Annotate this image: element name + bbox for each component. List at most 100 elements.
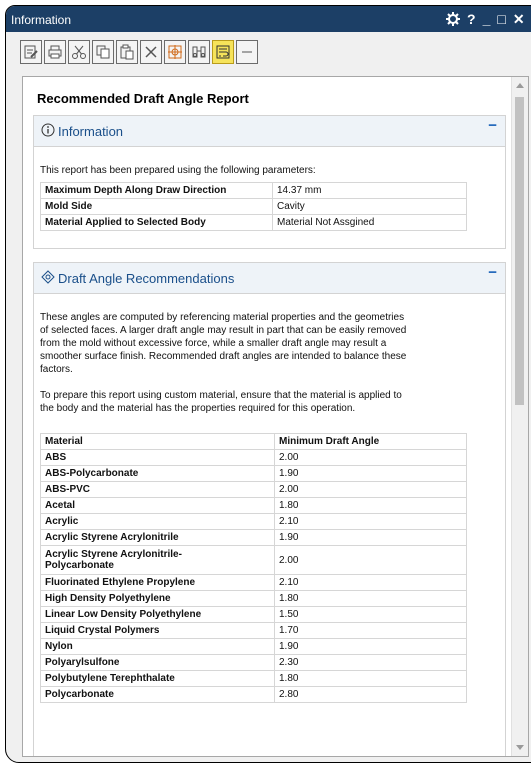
eye-diamond-icon [41, 270, 55, 284]
draft-angle-value: 2.10 [274, 513, 467, 530]
material-name: Polyarylsulfone [40, 654, 275, 671]
table-row: High Density Polyethylene 1.80 [40, 590, 467, 607]
cut-icon[interactable] [68, 40, 90, 64]
scrollbar-thumb[interactable] [515, 97, 524, 405]
param-value: Cavity [272, 198, 467, 215]
table-row: ABS-PVC 2.00 [40, 481, 467, 498]
parameters-table: Maximum Depth Along Draw Direction 14.37… [40, 182, 467, 231]
draft-angle-table: Material Minimum Draft Angle ABS 2.00 ABS… [40, 433, 467, 703]
toolbar [20, 40, 260, 70]
material-name: Nylon [40, 638, 275, 655]
scroll-down-arrow-icon[interactable] [516, 745, 524, 750]
table-row: Polybutylene Terephthalate 1.80 [40, 670, 467, 687]
information-intro: This report has been prepared using the … [40, 165, 316, 176]
table-header-row: Material Minimum Draft Angle [40, 433, 467, 450]
minimize-icon[interactable]: _ [483, 10, 491, 28]
help-icon[interactable]: ? [467, 10, 476, 28]
report-title: Recommended Draft Angle Report [37, 91, 249, 106]
vertical-scrollbar[interactable] [511, 77, 528, 756]
scroll-up-arrow-icon[interactable] [516, 83, 524, 88]
table-row: Maximum Depth Along Draw Direction 14.37… [40, 182, 467, 199]
material-name: Acrylic [40, 513, 275, 530]
material-name: Polycarbonate [40, 686, 275, 703]
title-bar: Information ? _ □ ✕ [6, 6, 531, 32]
material-name: Fluorinated Ethylene Propylene [40, 574, 275, 591]
draft-angle-value: 1.80 [274, 590, 467, 607]
table-row: Nylon 1.90 [40, 638, 467, 655]
collapse-draft-angle-button[interactable]: − [488, 264, 497, 281]
column-header-material: Material [40, 433, 275, 450]
draft-angle-panel-header[interactable]: Draft Angle Recommendations − [34, 263, 505, 294]
material-name: Linear Low Density Polyethylene [40, 606, 275, 623]
custom-material-note: To prepare this report using custom mate… [40, 389, 402, 415]
material-name-line1: Acrylic Styrene Acrylonitrile- [45, 549, 182, 560]
information-panel-header[interactable]: Information − [34, 116, 505, 147]
draft-description: These angles are computed by referencing… [40, 311, 406, 376]
close-icon[interactable]: ✕ [513, 10, 525, 28]
draft-angle-value: 1.90 [274, 529, 467, 546]
table-row: Liquid Crystal Polymers 1.70 [40, 622, 467, 639]
material-name: Polybutylene Terephthalate [40, 670, 275, 687]
information-panel-title: Information [58, 124, 124, 139]
table-row: Linear Low Density Polyethylene 1.50 [40, 606, 467, 623]
table-row: Polyarylsulfone 2.30 [40, 654, 467, 671]
draft-angle-value: 1.50 [274, 606, 467, 623]
minus-icon[interactable] [236, 40, 258, 64]
text-line: of selected faces. A larger draft angle … [40, 325, 407, 336]
draft-angle-value: 1.90 [274, 638, 467, 655]
table-row: Acrylic 2.10 [40, 513, 467, 530]
draft-angle-value: 2.00 [274, 481, 467, 498]
delete-icon[interactable] [140, 40, 162, 64]
text-line: smoother surface finish. Recommended dra… [40, 351, 407, 362]
report-view[interactable]: Recommended Draft Angle Report Informati… [22, 76, 529, 757]
material-name-line2: Polycarbonate [45, 560, 114, 571]
edit-document-icon[interactable] [20, 40, 42, 64]
binoculars-icon[interactable] [188, 40, 210, 64]
material-name: High Density Polyethylene [40, 590, 275, 607]
param-key: Maximum Depth Along Draw Direction [40, 182, 273, 199]
draft-angle-value: 1.90 [274, 465, 467, 482]
information-window: Information ? _ □ ✕ Recommended Draft An… [5, 5, 531, 763]
draft-angle-panel: Draft Angle Recommendations − These angl… [33, 262, 506, 756]
draft-angle-value: 2.80 [274, 686, 467, 703]
material-name: Acrylic Styrene Acrylonitrile- Polycarbo… [40, 545, 275, 575]
table-row: Mold Side Cavity [40, 198, 467, 215]
param-key: Material Applied to Selected Body [40, 214, 273, 231]
draft-angle-value: 1.80 [274, 497, 467, 514]
draft-angle-value: 1.70 [274, 622, 467, 639]
material-name: ABS-Polycarbonate [40, 465, 275, 482]
table-row: Fluorinated Ethylene Propylene 2.10 [40, 574, 467, 591]
paste-icon[interactable] [116, 40, 138, 64]
draft-angle-value: 2.30 [274, 654, 467, 671]
word-wrap-icon[interactable] [212, 40, 234, 64]
window-title: Information [11, 13, 72, 27]
param-value: 14.37 mm [272, 182, 467, 199]
draft-angle-value: 2.10 [274, 574, 467, 591]
table-row: Acrylic Styrene Acrylonitrile- Polycarbo… [40, 545, 467, 575]
print-icon[interactable] [44, 40, 66, 64]
draft-angle-value: 2.00 [274, 449, 467, 466]
maximize-icon[interactable]: □ [497, 10, 505, 28]
material-name: Acrylic Styrene Acrylonitrile [40, 529, 275, 546]
text-line: To prepare this report using custom mate… [40, 390, 402, 401]
information-panel: Information − This report has been prepa… [33, 115, 506, 249]
table-row: Material Applied to Selected Body Materi… [40, 214, 467, 231]
material-name: ABS-PVC [40, 481, 275, 498]
collapse-information-button[interactable]: − [488, 117, 497, 134]
param-value: Material Not Assgined [272, 214, 467, 231]
title-controls: ? _ □ ✕ [446, 9, 531, 29]
text-line: from the mold without excessive force, w… [40, 338, 387, 349]
copy-icon[interactable] [92, 40, 114, 64]
text-line: These angles are computed by referencing… [40, 312, 405, 323]
draft-angle-value: 1.80 [274, 670, 467, 687]
table-row: Polycarbonate 2.80 [40, 686, 467, 703]
param-key: Mold Side [40, 198, 273, 215]
material-name: ABS [40, 449, 275, 466]
settings-gear-icon[interactable] [446, 12, 460, 26]
table-row: ABS-Polycarbonate 1.90 [40, 465, 467, 482]
target-icon[interactable] [164, 40, 186, 64]
draft-angle-panel-title: Draft Angle Recommendations [58, 271, 235, 286]
column-header-angle: Minimum Draft Angle [274, 433, 467, 450]
table-row: Acetal 1.80 [40, 497, 467, 514]
table-row: Acrylic Styrene Acrylonitrile 1.90 [40, 529, 467, 546]
